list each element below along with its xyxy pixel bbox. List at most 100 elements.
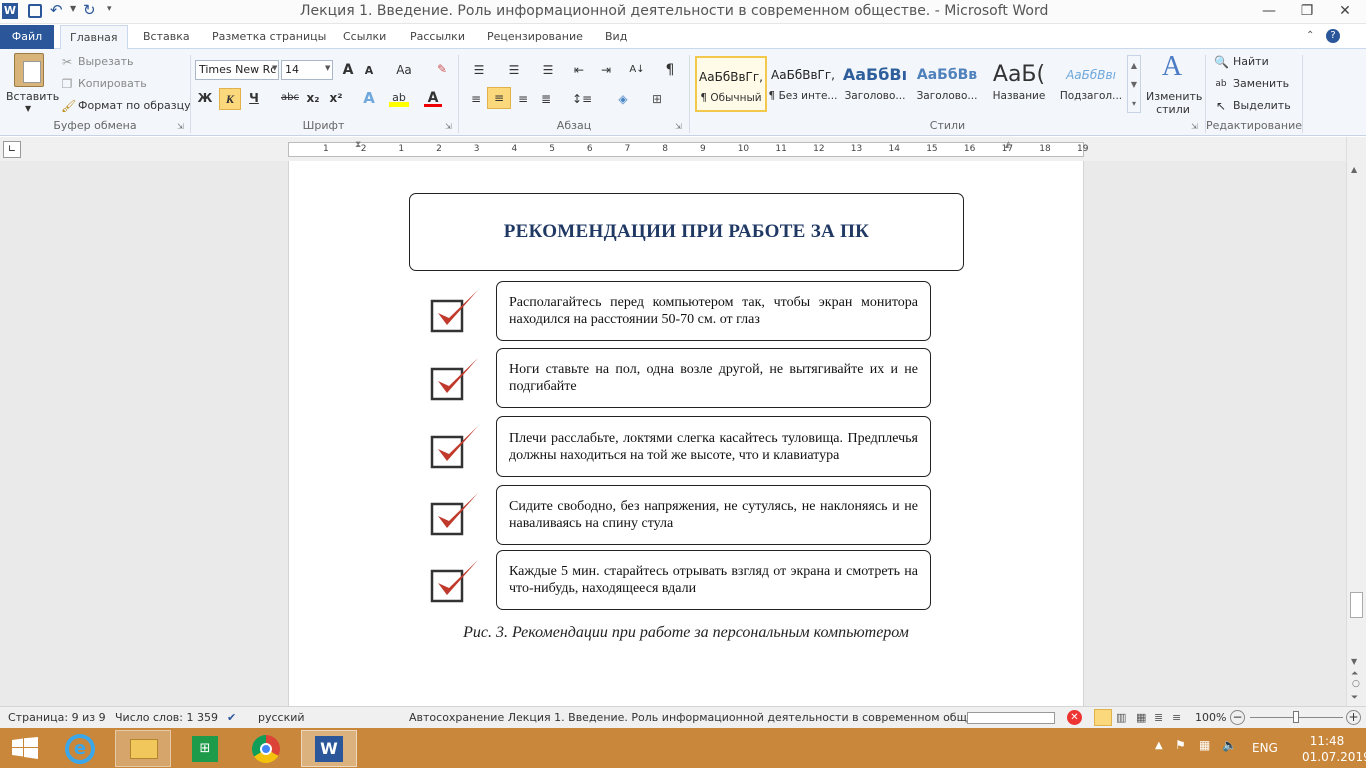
full-reading-icon[interactable]: ▥ [1116,711,1126,724]
help-icon[interactable]: ? [1326,29,1340,43]
paste-dropdown-icon[interactable]: ▼ [25,104,31,113]
keyboard-language[interactable]: ENG [1252,741,1278,768]
undo-dropdown-icon[interactable]: ▼ [70,4,76,13]
show-marks-icon[interactable]: ¶ [662,61,678,79]
dialog-launcher-icon[interactable]: ⇲ [1191,122,1198,131]
tab-view[interactable]: Вид [596,25,636,49]
multilevel-list-icon[interactable]: ☰ [537,61,559,79]
bullets-icon[interactable]: ☰ [468,61,490,79]
scroll-up-icon[interactable]: ▲ [1351,165,1357,174]
redo-icon[interactable]: ↻ [83,1,96,19]
style-title[interactable]: АаБ(Название [983,56,1055,112]
paste-button[interactable]: Вставить [6,90,59,103]
dialog-launcher-icon[interactable]: ⇲ [177,122,184,131]
tab-file[interactable]: Файл [0,25,54,49]
draft-icon[interactable]: ≡ [1172,711,1181,724]
bold-button[interactable]: Ж [197,89,213,107]
clear-formatting-icon[interactable]: ✎ [434,60,450,78]
style-normal[interactable]: АаБбВвГг, ¶ Обычный [695,56,767,112]
tray-expand-icon[interactable]: ▲ [1155,740,1163,768]
font-name-combo[interactable]: Times New Rc [195,60,279,80]
browse-object-icon[interactable]: ○ [1352,679,1360,689]
styles-scroll[interactable]: ▲ ▼ ▾ [1127,55,1141,113]
font-color-icon[interactable]: A [424,89,442,107]
style-no-spacing[interactable]: АаБбВвГг, ¶ Без инте... [767,56,839,112]
decrease-indent-icon[interactable]: ⇤ [570,61,588,79]
taskbar-word-icon[interactable]: W [301,730,357,767]
scroll-down-icon[interactable]: ▼ [1351,657,1357,666]
line-spacing-icon[interactable]: ↕≡ [569,90,595,108]
tab-selector[interactable]: ∟ [3,141,21,158]
collapse-ribbon-icon[interactable]: ⌃ [1306,30,1314,41]
proofing-icon[interactable]: ✔ [227,711,236,724]
change-styles-button[interactable]: Изменить стили [1146,90,1202,116]
text-effects-icon[interactable]: A [360,89,378,107]
strikethrough-button[interactable]: abc [279,89,301,107]
language-indicator[interactable]: русский [258,711,305,724]
select-button[interactable]: Выделить [1233,99,1291,112]
sort-icon[interactable]: A↓ [628,61,646,79]
outline-icon[interactable]: ≣ [1154,711,1163,724]
shrink-font-icon[interactable]: A [362,62,376,80]
word-count[interactable]: Число слов: 1 359 [115,711,218,724]
replace-button[interactable]: Заменить [1233,77,1289,90]
tab-insert[interactable]: Вставка [134,25,199,49]
zoom-level[interactable]: 100% [1195,711,1226,724]
tab-page-layout[interactable]: Разметка страницы [203,25,335,49]
style-subtitle[interactable]: АаБбВвı Подзагол... [1055,56,1127,112]
cancel-icon[interactable]: ✕ [1067,710,1082,725]
zoom-out-icon[interactable]: − [1230,710,1245,725]
cut-button[interactable]: Вырезать [78,55,133,68]
format-painter-button[interactable]: Формат по образцу [78,99,191,112]
taskbar-ie-icon[interactable]: e [53,730,109,767]
vertical-scrollbar[interactable]: ▲ ▼ ⏶ ○ ⏷ [1346,137,1366,706]
taskbar-store-icon[interactable]: ⊞ [177,730,233,767]
scroll-thumb[interactable] [1350,592,1363,618]
paste-icon[interactable] [14,53,44,87]
numbering-icon[interactable]: ☰ [503,61,525,79]
align-center-icon[interactable]: ≡ [487,87,511,109]
italic-button[interactable]: К [219,88,241,110]
superscript-button[interactable]: x² [327,89,345,107]
underline-button[interactable]: Ч [247,89,261,107]
volume-icon[interactable]: 🔈 [1222,738,1237,768]
dialog-launcher-icon[interactable]: ⇲ [445,122,452,131]
customize-icon[interactable]: ▾ [107,4,112,14]
horizontal-ruler[interactable]: 1 2 1 2 3 4 5 6 7 8 9 10 11 12 13 14 15 16 17 18 19 [288,142,1088,157]
style-heading-1[interactable]: АаБбВı Заголово... [839,56,911,112]
close-button[interactable]: ✕ [1326,0,1364,22]
align-right-icon[interactable]: ≡ [514,90,532,108]
next-page-icon[interactable]: ⏷ [1351,693,1358,703]
restore-button[interactable]: ❐ [1288,0,1326,22]
page-count[interactable]: Страница: 9 из 9 [8,711,106,724]
start-icon[interactable] [12,737,38,759]
word-icon[interactable]: W [2,3,18,19]
action-center-icon[interactable]: ⚑ [1175,738,1186,768]
clock[interactable]: 11:48 01.07.2019 [1302,733,1366,768]
copy-button[interactable]: Копировать [78,77,147,90]
font-size-dropdown-icon[interactable]: ▼ [325,64,330,72]
borders-icon[interactable]: ⊞ [645,90,669,108]
previous-page-icon[interactable]: ⏶ [1351,669,1358,679]
align-left-icon[interactable]: ≡ [467,90,485,108]
subscript-button[interactable]: x₂ [304,89,322,107]
shading-icon[interactable]: ◈ [611,90,635,108]
grow-font-icon[interactable]: A [340,61,356,79]
tab-review[interactable]: Рецензирование [478,25,592,49]
font-name-dropdown-icon[interactable]: ▼ [272,64,277,72]
zoom-in-icon[interactable]: + [1346,710,1361,725]
network-icon[interactable]: ▦ [1199,738,1210,768]
change-case-icon[interactable]: Аа [393,61,415,79]
tab-references[interactable]: Ссылки [334,25,395,49]
highlight-icon[interactable]: ab [389,89,409,107]
indent-marker-icon[interactable]: ⧗ [355,140,361,150]
tab-home[interactable]: Главная [60,25,128,50]
justify-icon[interactable]: ≣ [537,90,555,108]
minimize-button[interactable]: — [1250,0,1288,22]
taskbar-explorer-icon[interactable] [115,730,171,767]
zoom-slider-thumb[interactable] [1293,711,1299,723]
find-button[interactable]: Найти [1233,55,1269,68]
taskbar-chrome-icon[interactable] [239,730,295,767]
save-icon[interactable] [28,4,42,18]
style-heading-2[interactable]: АаБбВв Заголово... [911,56,983,112]
